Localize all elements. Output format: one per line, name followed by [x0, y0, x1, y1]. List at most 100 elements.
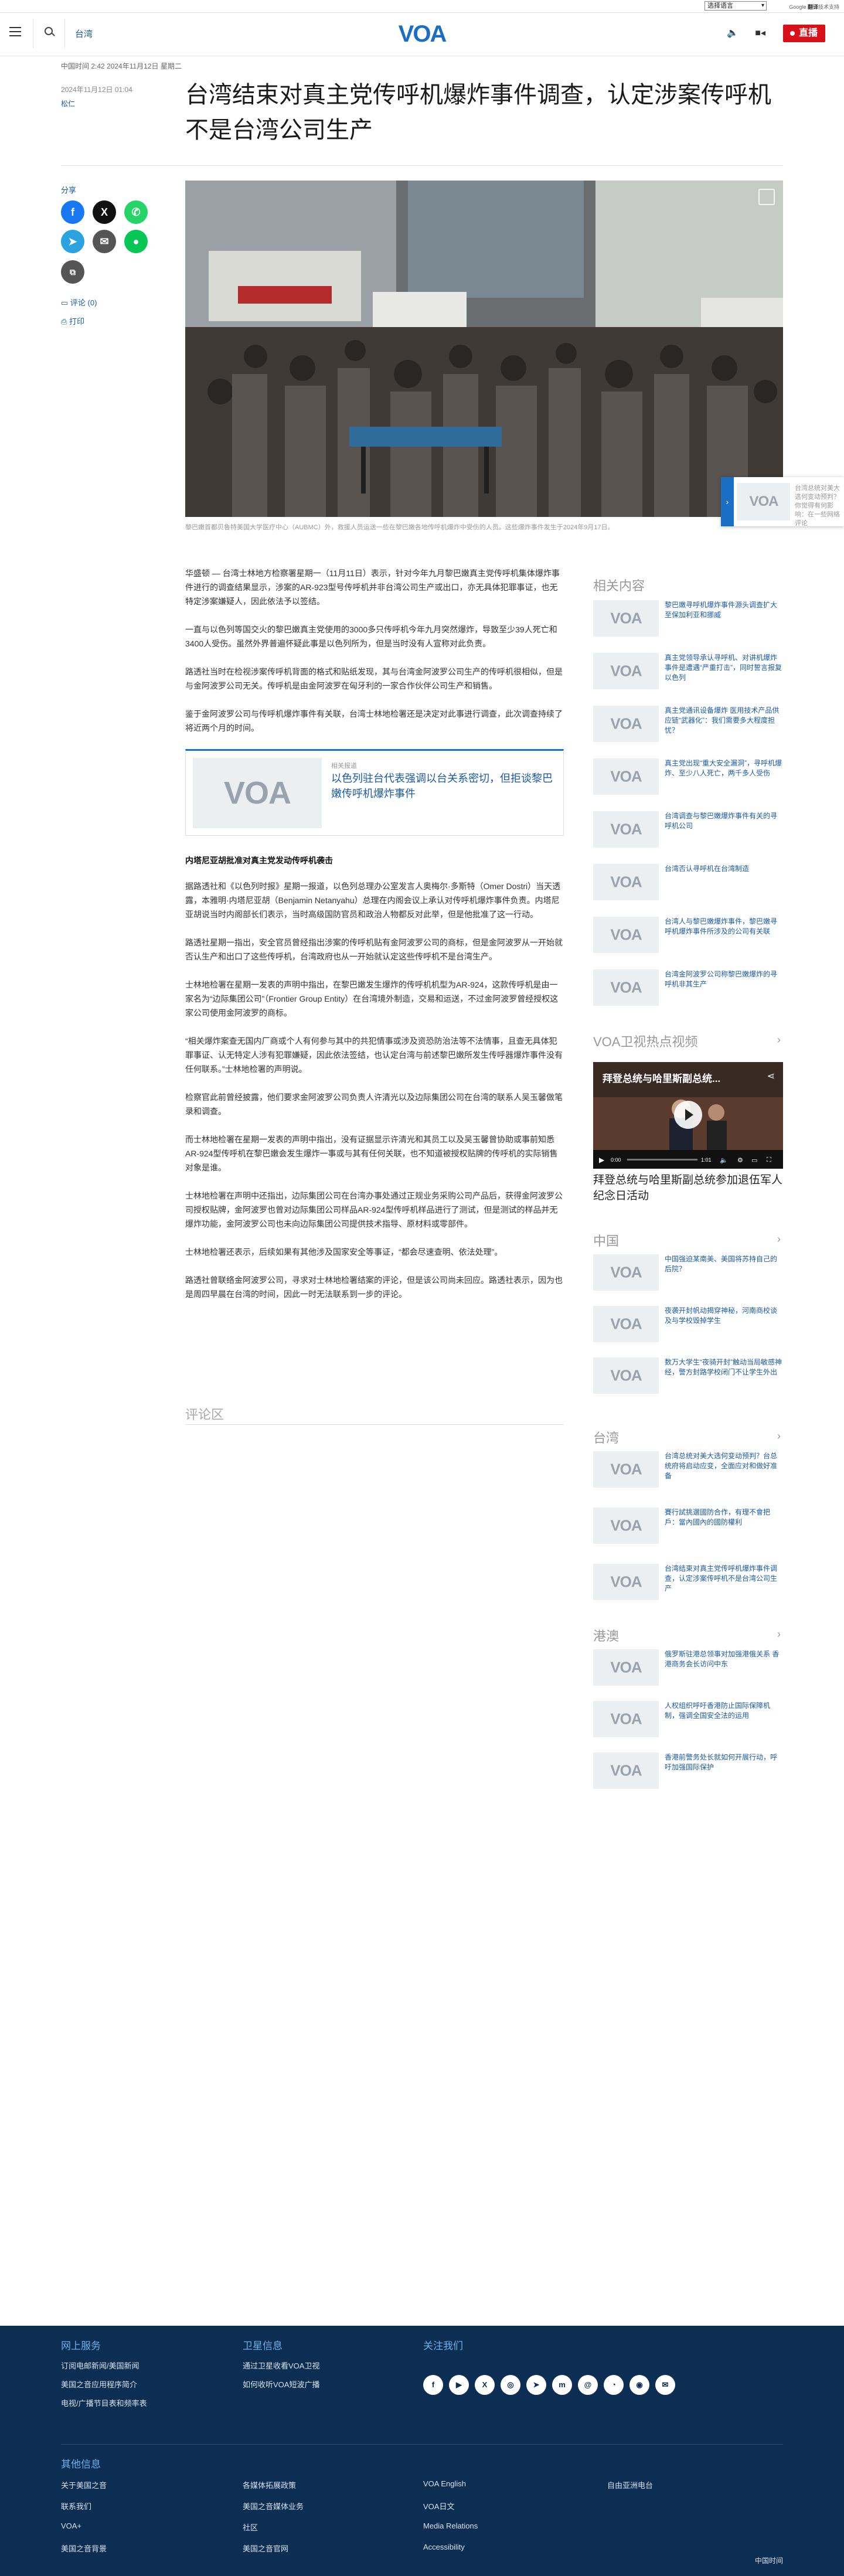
sidebar-list-item[interactable]: VOA 真主党领导承认寻呼机、对讲机爆炸事件是遭遇“严重打击”，同时誓言报复以色列 [593, 653, 783, 692]
sidebar-list-item[interactable]: VOA 台湾金阿波罗公司称黎巴嫩爆炸的寻呼机非其生产 [593, 969, 783, 1008]
x-icon[interactable]: X [475, 2375, 495, 2395]
play-small-icon[interactable]: ▶ [599, 1156, 604, 1164]
sidebar-list-item[interactable]: VOA 俄罗斯驻港总领事对加强港俄关系 香港商务会长访问中东 [593, 1649, 783, 1688]
item-title[interactable]: 賽行試挑選國防合作，有理不會把戶：當內國內的國防權利 [665, 1508, 783, 1527]
email-icon[interactable]: ✉ [655, 2375, 675, 2395]
footer-link[interactable]: 关于美国之音 [61, 2479, 107, 2490]
footer-link[interactable]: 如何收听VOA短波广播 [243, 2378, 319, 2390]
sidebar-list-item[interactable]: VOA 台湾否认寻呼机在台湾制造 [593, 864, 783, 903]
sticky-text[interactable]: 台湾总统对美大选何变动预判？你觉得有何影响：在一些网络评论 [795, 484, 843, 528]
item-title[interactable]: 台湾结束对真主党传呼机爆炸事件调查，认定涉案传呼机不是台湾公司生产 [665, 1564, 783, 1594]
sidebar-list-item[interactable]: VOA 台湾结束对真主党传呼机爆炸事件调查，认定涉案传呼机不是台湾公司生产 [593, 1564, 783, 1602]
footer-link[interactable]: 自由亚洲电台 [607, 2479, 653, 2490]
footer-link[interactable]: 美国之音应用程序简介 [61, 2378, 137, 2390]
item-title[interactable]: 夜袭开封帆动揭穿神秘，河南商校谈及与学校毁掉学生 [665, 1306, 783, 1326]
footer-link[interactable]: 订阅电邮新闻/美国新闻 [61, 2360, 139, 2371]
sidebar-list-item[interactable]: VOA 台湾调查与黎巴嫩爆炸事件有关的寻呼机公司 [593, 811, 783, 850]
taiwan-heading[interactable]: 台湾 › [593, 1428, 783, 1447]
play-button[interactable] [674, 1101, 702, 1129]
sidebar-list-item[interactable]: VOA 賽行試挑選國防合作，有理不會把戶：當內國內的國防權利 [593, 1508, 783, 1546]
sidebar-list-item[interactable]: VOA 香港前警务处长就如何开展行动，呼吁加强国际保护 [593, 1753, 783, 1791]
sidebar-list-item[interactable]: VOA 真主党出现“重大安全漏洞”，寻呼机爆炸、至少八人死亡，两千多人受伤 [593, 758, 783, 797]
footer-link[interactable]: Accessibility [423, 2543, 465, 2551]
comments-link[interactable]: ▭ 评论 (0) [61, 297, 97, 308]
youtube-icon[interactable]: ▶ [449, 2375, 469, 2395]
rss-icon[interactable]: ◔ [604, 2375, 624, 2395]
facebook-icon[interactable]: f [423, 2375, 443, 2395]
fullscreen-icon[interactable]: ⛶ [767, 1156, 771, 1164]
voa-logo[interactable]: VOA [392, 22, 452, 46]
footer-link[interactable]: 联系我们 [61, 2500, 91, 2512]
chevron-right-icon[interactable]: › [777, 1430, 781, 1442]
language-select[interactable]: 选择语言 [705, 1, 767, 11]
sidebar-list-item[interactable]: VOA 黎巴嫩寻呼机爆炸事件源头调查扩大至保加利亚和挪威 [593, 600, 783, 639]
sidebar-list-item[interactable]: VOA 中国强迫某南美、美国将苏持自己的后院？ [593, 1254, 783, 1293]
threads-icon[interactable]: @ [578, 2375, 598, 2395]
live-button[interactable]: 直播 [783, 25, 825, 42]
email-share-icon[interactable]: ✉ [93, 230, 116, 253]
copy-link-icon[interactable]: ⧉ [61, 260, 84, 284]
footer-link[interactable]: VOA日文 [423, 2500, 454, 2512]
footer-link[interactable]: VOA English [423, 2479, 466, 2488]
item-title[interactable]: 台湾否认寻呼机在台湾制造 [665, 864, 783, 874]
telegram-icon[interactable]: ➤ [526, 2375, 546, 2395]
sidebar-list-item[interactable]: VOA 夜袭开封帆动揭穿神秘，河南商校谈及与学校毁掉学生 [593, 1306, 783, 1345]
volume-icon[interactable]: 🔈 [727, 27, 738, 39]
chevron-right-icon[interactable]: › [721, 477, 734, 526]
facebook-share-icon[interactable]: f [61, 200, 84, 224]
chevron-right-icon[interactable]: › [777, 1233, 781, 1246]
mastodon-icon[interactable]: m [552, 2375, 572, 2395]
video-progress[interactable] [627, 1159, 697, 1161]
line-share-icon[interactable]: ● [124, 230, 148, 253]
footer-link[interactable]: 社区 [243, 2521, 258, 2533]
share-icon[interactable]: ⋖ [767, 1070, 775, 1082]
x-share-icon[interactable]: X [93, 200, 116, 224]
sticky-related-widget[interactable]: › VOA 台湾总统对美大选何变动预判？你觉得有何影响：在一些网络评论 [721, 477, 844, 528]
video-player[interactable]: 拜登总统与哈里斯副总统... ⋖ ▶ 0:00 1:01 🔈 ⚙ ▭ ⛶ [593, 1062, 783, 1169]
footer-link[interactable]: 各媒体拓展政策 [243, 2479, 296, 2490]
search-icon[interactable] [45, 27, 53, 35]
item-title[interactable]: 黎巴嫩寻呼机爆炸事件源头调查扩大至保加利亚和挪威 [665, 600, 783, 620]
author-link[interactable]: 松仁 [61, 98, 75, 108]
item-title[interactable]: 真主党通讯设备爆炸 医用技术产品供应链“武器化”：我们需要多大程度担忧？ [665, 706, 783, 736]
sidebar-list-item[interactable]: VOA 台湾人与黎巴嫩爆炸事件，黎巴嫩寻呼机爆炸事件所涉及的公司有关联 [593, 917, 783, 955]
footer-link[interactable]: 电视/广播节目表和频率表 [61, 2397, 147, 2408]
volume-icon[interactable]: 🔈 [720, 1156, 728, 1164]
menu-icon[interactable] [9, 27, 21, 36]
expand-icon[interactable] [758, 189, 775, 205]
chevron-right-icon[interactable]: › [777, 1628, 781, 1641]
sidebar-list-item[interactable]: VOA 数万大学生“夜骑开封”触动当局敏感神经，警方封路学校闭门不让学生外出 [593, 1357, 783, 1396]
inline-related-card[interactable]: VOA 相关报道 以色列驻台代表强调以台关系密切，但拒谈黎巴嫩传呼机爆炸事件 [185, 749, 564, 836]
video-camera-icon[interactable]: ■◂ [755, 27, 765, 39]
footer-link[interactable]: VOA+ [61, 2521, 81, 2530]
item-title[interactable]: 中国强迫某南美、美国将苏持自己的后院？ [665, 1254, 783, 1274]
telegram-share-icon[interactable]: ➤ [61, 230, 84, 253]
hongkong-heading[interactable]: 港澳 › [593, 1626, 783, 1645]
podcast-icon[interactable]: ◉ [629, 2375, 649, 2395]
footer-link[interactable]: 美国之音背景 [61, 2543, 107, 2554]
item-title[interactable]: 台湾人与黎巴嫩爆炸事件，黎巴嫩寻呼机爆炸事件所涉及的公司有关联 [665, 917, 783, 937]
item-title[interactable]: 真主党领导承认寻呼机、对讲机爆炸事件是遭遇“严重打击”，同时誓言报复以色列 [665, 653, 783, 683]
item-title[interactable]: 香港前警务处长就如何开展行动，呼吁加强国际保护 [665, 1753, 783, 1772]
china-heading[interactable]: 中国 › [593, 1231, 783, 1250]
item-title[interactable]: 真主党出现“重大安全漏洞”，寻呼机爆炸、至少八人死亡，两千多人受伤 [665, 758, 783, 778]
item-title[interactable]: 数万大学生“夜骑开封”触动当局敏感神经，警方封路学校闭门不让学生外出 [665, 1357, 783, 1377]
footer-link[interactable]: 通过卫星收看VOA卫视 [243, 2360, 319, 2371]
pip-icon[interactable]: ▭ [751, 1156, 757, 1164]
sidebar-list-item[interactable]: VOA 真主党通讯设备爆炸 医用技术产品供应链“武器化”：我们需要多大程度担忧？ [593, 706, 783, 744]
instagram-icon[interactable]: ◎ [501, 2375, 520, 2395]
related-link[interactable]: 以色列驻台代表强调以台关系密切，但拒谈黎巴嫩传呼机爆炸事件 [331, 771, 554, 801]
item-title[interactable]: 俄罗斯驻港总领事对加强港俄关系 香港商务会长访问中东 [665, 1649, 783, 1669]
whatsapp-share-icon[interactable]: ✆ [124, 200, 148, 224]
video-title[interactable]: 拜登总统与哈里斯副总统参加退伍军人纪念日活动 [593, 1172, 783, 1204]
item-title[interactable]: 台湾总统对美大选何变动预判？台总统府将启动应变，全面应对和做好准备 [665, 1451, 783, 1481]
footer-link[interactable]: 美国之音媒体业务 [243, 2500, 304, 2512]
chevron-right-icon[interactable]: › [777, 1034, 781, 1046]
section-link-taiwan[interactable]: 台湾 [75, 28, 93, 40]
settings-icon[interactable]: ⚙ [737, 1156, 743, 1164]
item-title[interactable]: 人权组织呼吁香港防止国际保障机制，强调全国安全法的运用 [665, 1701, 783, 1721]
print-link[interactable]: ⎙ 打印 [61, 315, 84, 326]
sidebar-list-item[interactable]: VOA 台湾总统对美大选何变动预判？台总统府将启动应变，全面应对和做好准备 [593, 1451, 783, 1490]
item-title[interactable]: 台湾调查与黎巴嫩爆炸事件有关的寻呼机公司 [665, 811, 783, 831]
sidebar-list-item[interactable]: VOA 人权组织呼吁香港防止国际保障机制，强调全国安全法的运用 [593, 1701, 783, 1740]
